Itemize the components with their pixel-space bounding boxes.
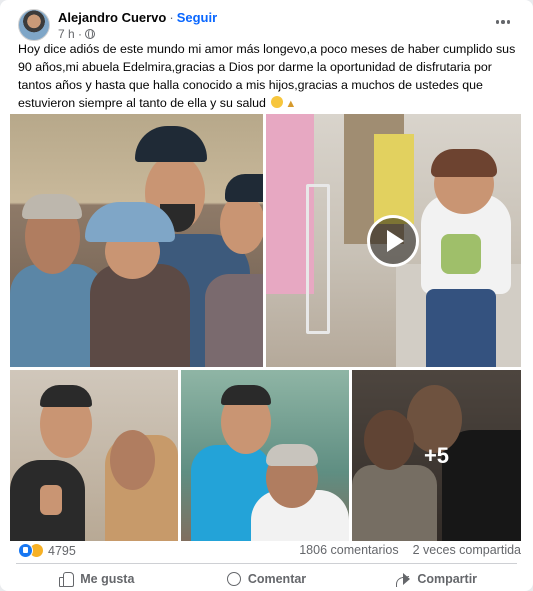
separator: ·	[169, 10, 174, 25]
post-card: Alejandro Cuervo · Seguir 7 h · Hoy dice a…	[0, 0, 533, 591]
photo-grid: +5	[10, 114, 521, 541]
more-photos-count: +5	[423, 442, 450, 468]
share-label: Compartir	[417, 571, 478, 586]
follow-button[interactable]: Seguir	[177, 10, 217, 25]
share-button[interactable]: Compartir	[351, 566, 521, 591]
photo-3[interactable]	[10, 370, 178, 541]
comment-button[interactable]: Comentar	[182, 566, 352, 591]
video-thumbnail[interactable]	[266, 114, 521, 367]
thumbs-up-icon	[59, 572, 75, 587]
author-line: Alejandro Cuervo · Seguir	[58, 10, 217, 25]
post-header: Alejandro Cuervo · Seguir 7 h ·	[12, 8, 521, 44]
globe-icon	[85, 29, 96, 39]
post-time[interactable]: 7 h ·	[58, 27, 82, 41]
action-bar: Me gusta Comentar Compartir	[12, 566, 521, 591]
like-button[interactable]: Me gusta	[12, 566, 182, 591]
play-icon[interactable]	[367, 215, 419, 267]
reaction-count: 4795	[48, 543, 76, 558]
post-body: Hoy dice adiós de este mundo mi amor más…	[18, 42, 516, 110]
shares-count[interactable]: 2 veces compartida	[413, 543, 521, 557]
engagement-counts: 1806 comentarios 2 veces compartida	[299, 543, 521, 557]
author-name[interactable]: Alejandro Cuervo	[58, 10, 166, 25]
share-arrow-icon	[395, 572, 411, 585]
more-photos-overlay[interactable]: +5	[352, 370, 521, 541]
like-label: Me gusta	[80, 571, 135, 586]
author-avatar[interactable]	[18, 9, 50, 41]
reactions-summary[interactable]: 4795	[18, 543, 76, 558]
more-options-icon[interactable]	[489, 12, 517, 32]
post-text: Hoy dice adiós de este mundo mi amor más…	[18, 40, 518, 113]
photo-5[interactable]: +5	[352, 370, 521, 541]
photo-4[interactable]	[181, 370, 349, 541]
comment-label: Comentar	[247, 571, 307, 586]
comment-icon	[226, 571, 241, 586]
sad-face-emoji-icon	[271, 96, 284, 108]
photo-1[interactable]	[10, 114, 263, 367]
comments-count[interactable]: 1806 comentarios	[299, 543, 398, 557]
like-reaction-icon	[18, 543, 33, 558]
post-meta: 7 h ·	[58, 27, 96, 41]
post-stats: 4795 1806 comentarios 2 veces compartida	[18, 543, 521, 561]
praying-hands-emoji-icon: ▲	[285, 98, 297, 110]
divider	[16, 563, 517, 564]
